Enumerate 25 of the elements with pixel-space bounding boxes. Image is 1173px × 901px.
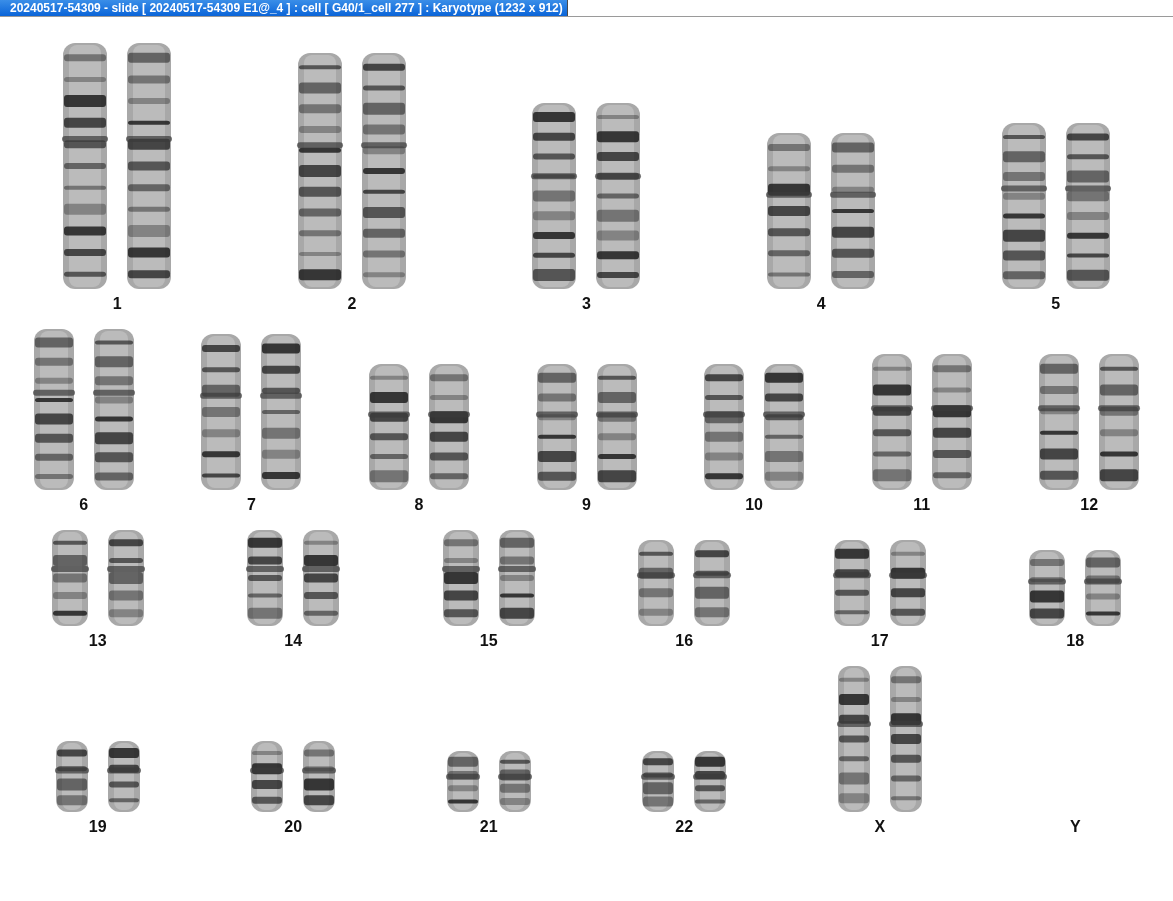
chromosome-number: 6 xyxy=(79,496,89,514)
chromosome-number: 10 xyxy=(745,496,763,514)
chromosome-number: 8 xyxy=(414,496,424,514)
chromosome-number: 12 xyxy=(1080,496,1099,514)
chromosome-number: 17 xyxy=(870,632,889,650)
chromosome-number: 11 xyxy=(913,496,931,514)
chromosome-number: 4 xyxy=(816,295,826,313)
chromosome-number: 16 xyxy=(675,632,694,650)
chromosome-number: 21 xyxy=(479,818,498,836)
chromosome-number: 5 xyxy=(1051,295,1061,313)
chromosome-number: 18 xyxy=(1066,632,1085,650)
chromosome-number: 20 xyxy=(284,818,303,836)
chromosome-number: 2 xyxy=(347,295,357,313)
chromosome-number: 14 xyxy=(284,632,303,650)
chromosome-number: 3 xyxy=(582,295,591,313)
chromosome-number: 13 xyxy=(88,632,107,650)
chromosome-number: 19 xyxy=(88,818,107,836)
chromosome-number: 7 xyxy=(246,496,256,514)
chromosome-number: 15 xyxy=(479,632,498,650)
chromosome-number: 9 xyxy=(582,496,591,514)
chromosome-number: 1 xyxy=(112,295,122,313)
chromosome-number: Y xyxy=(1069,818,1081,836)
window-title: 20240517-54309 - slide [ 20240517-54309 E1@_4 ] : cell [ G40/1_cell 277 ] : Karyotype (1232 x 912) xyxy=(0,0,568,16)
chromosome-number: 22 xyxy=(675,818,694,836)
chromosome-number: X xyxy=(874,818,886,836)
